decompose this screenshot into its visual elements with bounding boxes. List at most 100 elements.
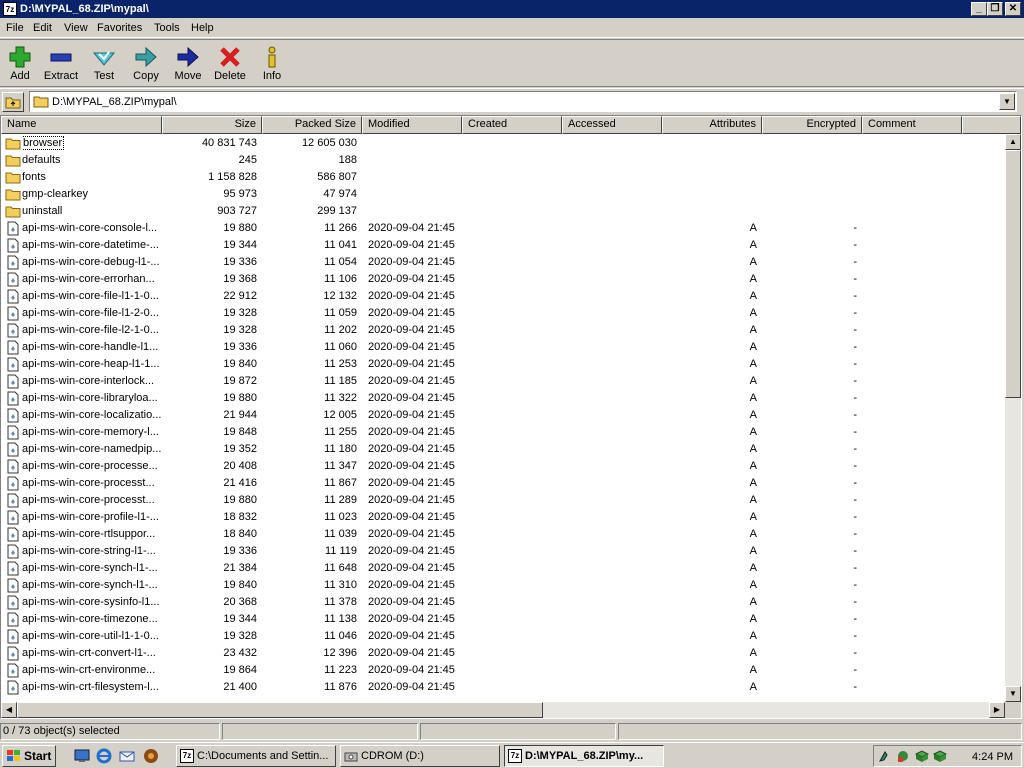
system-tray: 4:24 PM bbox=[873, 745, 1022, 767]
task-cdrom[interactable]: CDROM (D:) bbox=[340, 745, 500, 767]
task-documents-and-settings[interactable]: 7z C:\Documents and Settin... bbox=[176, 745, 336, 767]
vertical-scrollbar[interactable]: ▲ ▼ bbox=[1005, 134, 1021, 702]
file-icon bbox=[7, 323, 19, 338]
move-button[interactable]: Move bbox=[168, 43, 208, 87]
title-bar[interactable]: 7z D:\MYPAL_68.ZIP\mypal\ _ ❐ ✕ bbox=[0, 0, 1024, 18]
file-row[interactable]: api-ms-win-core-errorhan... 19 368 11 106 2… bbox=[1, 271, 1005, 288]
folder-row[interactable]: browser 40 831 743 12 605 030 bbox=[1, 135, 1005, 152]
outlook-express-icon[interactable] bbox=[119, 748, 135, 764]
file-row[interactable]: api-ms-win-core-debug-l1-... 19 336 11 054… bbox=[1, 254, 1005, 271]
file-row[interactable]: api-ms-win-core-timezone... 19 344 11 138 2… bbox=[1, 611, 1005, 628]
file-row[interactable]: api-ms-win-core-synch-l1-... 19 840 11 310… bbox=[1, 577, 1005, 594]
col-created[interactable]: Created bbox=[462, 116, 562, 134]
item-packed-size: 188 bbox=[338, 154, 357, 166]
file-row[interactable]: api-ms-win-core-processe... 20 408 11 347 2… bbox=[1, 458, 1005, 475]
col-accessed[interactable]: Accessed bbox=[562, 116, 662, 134]
folder-row[interactable]: gmp-clearkey 95 973 47 974 bbox=[1, 186, 1005, 203]
address-dropdown-button[interactable]: ▼ bbox=[999, 93, 1015, 110]
item-encrypted: - bbox=[853, 596, 857, 608]
menu-file[interactable]: File bbox=[6, 21, 24, 35]
col-size[interactable]: Size bbox=[162, 116, 262, 134]
file-row[interactable]: api-ms-win-core-namedpip... 19 352 11 180 2… bbox=[1, 441, 1005, 458]
network-icon[interactable] bbox=[896, 749, 911, 764]
item-name: api-ms-win-core-util-l1-1-0... bbox=[22, 630, 159, 642]
file-row[interactable]: api-ms-win-core-console-l... 19 880 11 266… bbox=[1, 220, 1005, 237]
file-row[interactable]: api-ms-win-core-string-l1-... 19 336 11 11… bbox=[1, 543, 1005, 560]
item-encrypted: - bbox=[853, 222, 857, 234]
file-row[interactable]: api-ms-win-core-rtlsuppor... 18 840 11 039… bbox=[1, 526, 1005, 543]
folder-up-button[interactable] bbox=[2, 92, 24, 112]
menu-favorites[interactable]: Favorites bbox=[97, 21, 142, 35]
safely-remove-icon[interactable] bbox=[878, 749, 893, 764]
item-name: api-ms-win-core-namedpip... bbox=[22, 443, 161, 455]
menu-help[interactable]: Help bbox=[191, 21, 214, 35]
close-button[interactable]: ✕ bbox=[1005, 2, 1021, 16]
col-packed-size[interactable]: Packed Size bbox=[262, 116, 362, 134]
col-modified[interactable]: Modified bbox=[362, 116, 462, 134]
info-button[interactable]: Info bbox=[252, 43, 292, 87]
file-row[interactable]: api-ms-win-core-handle-l1... 19 336 11 060… bbox=[1, 339, 1005, 356]
file-row[interactable]: api-ms-win-crt-environme... 19 864 11 223 2… bbox=[1, 662, 1005, 679]
item-name: api-ms-win-core-console-l... bbox=[22, 222, 158, 234]
col-encrypted[interactable]: Encrypted bbox=[762, 116, 862, 134]
menu-edit[interactable]: Edit bbox=[33, 21, 52, 35]
scroll-right-button[interactable]: ▶ bbox=[989, 702, 1005, 718]
file-row[interactable]: api-ms-win-core-heap-l1-1... 19 840 11 253… bbox=[1, 356, 1005, 373]
address-combobox[interactable]: D:\MYPAL_68.ZIP\mypal\ ▼ bbox=[29, 91, 1017, 112]
volume-icon[interactable] bbox=[932, 749, 947, 764]
file-row[interactable]: api-ms-win-core-memory-l... 19 848 11 255 2… bbox=[1, 424, 1005, 441]
file-row[interactable]: api-ms-win-core-interlock... 19 872 11 185… bbox=[1, 373, 1005, 390]
file-row[interactable]: api-ms-win-core-file-l2-1-0... 19 328 11 2… bbox=[1, 322, 1005, 339]
file-row[interactable]: api-ms-win-crt-filesystem-l... 21 400 11 8… bbox=[1, 679, 1005, 696]
item-name: api-ms-win-core-processe... bbox=[22, 460, 158, 472]
7zip-app-icon[interactable]: 7z bbox=[3, 2, 17, 16]
file-row[interactable]: api-ms-win-core-synch-l1-... 21 384 11 648… bbox=[1, 560, 1005, 577]
col-attributes[interactable]: Attributes bbox=[662, 116, 762, 134]
file-row[interactable]: api-ms-win-core-profile-l1-... 18 832 11 0… bbox=[1, 509, 1005, 526]
task-label: C:\Documents and Settin... bbox=[197, 750, 329, 762]
start-button[interactable]: Start bbox=[2, 745, 56, 767]
menu-view[interactable]: View bbox=[64, 21, 88, 35]
task-mypal-archive[interactable]: 7z D:\MYPAL_68.ZIP\my... bbox=[504, 745, 664, 767]
file-row[interactable]: api-ms-win-core-processt... 19 880 11 289 2… bbox=[1, 492, 1005, 509]
item-attributes: A bbox=[749, 239, 757, 251]
restore-button[interactable]: ❐ bbox=[987, 2, 1003, 16]
scroll-left-button[interactable]: ◀ bbox=[1, 702, 17, 718]
item-size: 19 880 bbox=[223, 494, 257, 506]
file-row[interactable]: api-ms-win-crt-convert-l1-... 23 432 12 39… bbox=[1, 645, 1005, 662]
file-row[interactable]: api-ms-win-core-datetime-... 19 344 11 041… bbox=[1, 237, 1005, 254]
item-packed-size: 11 185 bbox=[324, 375, 357, 387]
item-packed-size: 11 347 bbox=[324, 460, 357, 472]
col-comment[interactable]: Comment bbox=[862, 116, 962, 134]
test-button[interactable]: Test bbox=[84, 43, 124, 87]
file-row[interactable]: api-ms-win-core-file-l1-1-0... 22 912 12 1… bbox=[1, 288, 1005, 305]
file-row[interactable]: api-ms-win-core-sysinfo-l1... 20 368 11 37… bbox=[1, 594, 1005, 611]
scroll-down-button[interactable]: ▼ bbox=[1005, 686, 1021, 702]
extract-button[interactable]: Extract bbox=[41, 43, 81, 87]
show-desktop-icon[interactable] bbox=[74, 748, 90, 764]
vertical-scroll-thumb[interactable] bbox=[1005, 150, 1021, 398]
scroll-up-button[interactable]: ▲ bbox=[1005, 134, 1021, 150]
file-row[interactable]: api-ms-win-core-file-l1-2-0... 19 328 11 0… bbox=[1, 305, 1005, 322]
horizontal-scroll-thumb[interactable] bbox=[17, 702, 543, 718]
file-row[interactable]: api-ms-win-core-libraryloa... 19 880 11 32… bbox=[1, 390, 1005, 407]
col-name[interactable]: Name bbox=[1, 116, 162, 134]
monitor-icon[interactable] bbox=[914, 749, 929, 764]
folder-row[interactable]: defaults 245 188 bbox=[1, 152, 1005, 169]
item-attributes: A bbox=[749, 273, 757, 285]
menu-tools[interactable]: Tools bbox=[154, 21, 180, 35]
folder-row[interactable]: fonts 1 158 828 586 807 bbox=[1, 169, 1005, 186]
horizontal-scrollbar[interactable]: ◀ ▶ bbox=[1, 702, 1005, 718]
file-icon bbox=[7, 493, 19, 508]
media-player-icon[interactable] bbox=[143, 748, 159, 764]
file-list[interactable]: Name Size Packed Size Modified Created A… bbox=[0, 115, 1022, 719]
minimize-button[interactable]: _ bbox=[971, 2, 987, 16]
file-row[interactable]: api-ms-win-core-processt... 21 416 11 867 2… bbox=[1, 475, 1005, 492]
add-button[interactable]: Add bbox=[0, 43, 40, 87]
file-row[interactable]: api-ms-win-core-util-l1-1-0... 19 328 11 0… bbox=[1, 628, 1005, 645]
folder-row[interactable]: uninstall 903 727 299 137 bbox=[1, 203, 1005, 220]
file-row[interactable]: api-ms-win-core-localizatio... 21 944 12 0… bbox=[1, 407, 1005, 424]
copy-button[interactable]: Copy bbox=[126, 43, 166, 87]
internet-explorer-icon[interactable] bbox=[96, 748, 112, 764]
delete-button[interactable]: Delete bbox=[210, 43, 250, 87]
